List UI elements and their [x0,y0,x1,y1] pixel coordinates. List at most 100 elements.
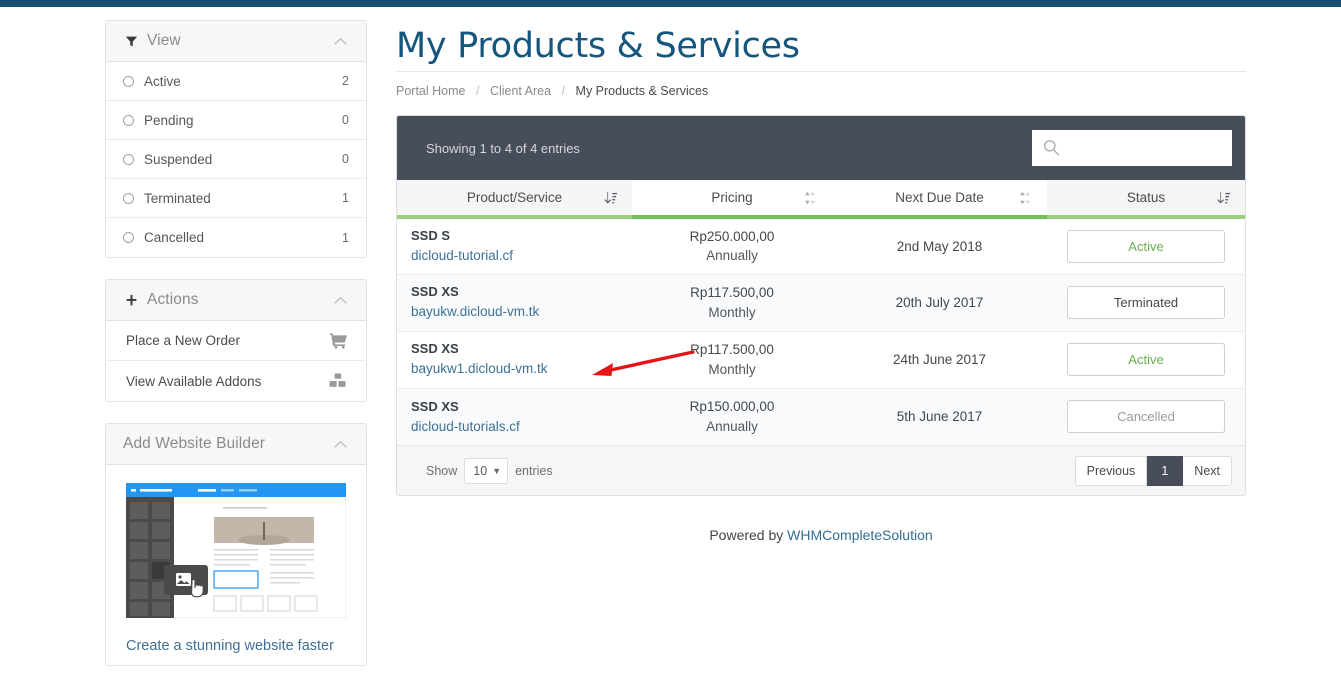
sidebar-item-view-available-addons[interactable]: View Available Addons [106,361,366,401]
website-builder-body: Create a stunning website faster [106,465,366,665]
status-badge[interactable]: Cancelled [1067,400,1225,434]
breadcrumb-separator: / [561,84,566,99]
breadcrumb: Portal Home / Client Area / My Products … [396,71,1246,98]
breadcrumb-item-client-area[interactable]: Client Area [490,84,551,98]
circle-icon [123,75,134,87]
table-row[interactable]: SSD S dicloud-tutorial.cf Rp250.000,00 A… [397,217,1245,275]
actions-panel-title: Actions [147,291,199,308]
product-name: SSD XS [411,341,459,357]
cell-status: Active [1047,331,1245,389]
sidebar-item-label: Suspended [144,151,213,167]
product-domain-link[interactable]: dicloud-tutorials.cf [411,417,618,437]
cell-status: Active [1047,217,1245,275]
whmcs-link[interactable]: WHMCompleteSolution [787,527,933,543]
column-header-product-service[interactable]: Product/Service [397,180,632,220]
cell-next-due-date: 5th June 2017 [832,388,1047,446]
circle-icon [123,192,134,204]
column-header-next-due-date[interactable]: Next Due Date [832,180,1047,220]
entries-label: entries [515,463,553,478]
pagination-previous[interactable]: Previous [1074,455,1148,486]
cell-next-due-date: 24th June 2017 [832,331,1047,389]
column-label: Pricing [711,190,753,206]
pagination-page-1[interactable]: 1 [1147,455,1184,486]
website-builder-panel-header[interactable]: Add Website Builder [106,424,366,465]
sidebar-item-terminated[interactable]: Terminated 1 [106,179,366,218]
price-amount: Rp117.500,00 [690,285,774,301]
cell-product: SSD XS bayukw.dicloud-vm.tk [397,274,632,332]
circle-icon [123,232,134,243]
sidebar-item-active[interactable]: Active 2 [106,62,366,101]
table-row[interactable]: SSD XS dicloud-tutorials.cf Rp150.000,00… [397,388,1245,446]
column-label: Product/Service [466,190,563,206]
status-badge[interactable]: Terminated [1067,286,1225,320]
table-header-row: Product/Service Pricing Next Due Date St… [397,180,1245,220]
cell-pricing: Rp117.500,00 Monthly [632,331,832,389]
sidebar-item-pending[interactable]: Pending 0 [106,101,366,140]
page-title: My Products & Services [396,26,800,66]
product-domain-link[interactable]: dicloud-tutorial.cf [411,246,618,266]
products-table: Product/Service Pricing Next Due Date St… [397,180,1245,446]
products-table-panel: Showing 1 to 4 of 4 entries Product/Serv… [396,115,1246,497]
shopping-cart-icon [327,331,349,351]
view-panel-title: View [147,32,181,49]
page-body: View Active 2 Pending 0 Suspended 0 Term… [0,7,1341,667]
billing-cycle: Monthly [708,304,756,320]
status-badge[interactable]: Active [1067,343,1225,377]
price-amount: Rp117.500,00 [690,342,774,358]
product-name: SSD S [411,228,451,244]
sidebar-item-count: 0 [342,113,349,127]
cell-next-due-date: 2nd May 2018 [832,217,1047,275]
action-label: Place a New Order [126,333,241,348]
sidebar-item-label: Cancelled [144,230,205,245]
table-info-text: Showing 1 to 4 of 4 entries [426,140,580,156]
website-builder-panel: Add Website Builder Create a stunning we… [105,423,367,667]
search-input[interactable] [1032,130,1232,167]
product-domain-link[interactable]: bayukw1.dicloud-vm.tk [411,359,618,379]
sidebar-item-place-new-order[interactable]: Place a New Order [106,321,366,361]
price-amount: Rp150.000,00 [689,399,775,415]
chevron-up-icon[interactable] [331,293,349,307]
table-row[interactable]: SSD XS bayukw1.dicloud-vm.tk Rp117.500,0… [397,331,1245,389]
sort-both-icon [804,190,818,205]
search-box [1032,130,1232,167]
chevron-up-icon[interactable] [331,437,349,451]
pagination-next[interactable]: Next [1183,455,1232,486]
breadcrumb-item-portal-home[interactable]: Portal Home [396,84,465,98]
sidebar-item-cancelled[interactable]: Cancelled 1 [106,218,366,257]
sidebar-item-label: Terminated [144,190,211,206]
column-label: Next Due Date [895,190,984,206]
website-builder-preview-image[interactable] [125,482,354,623]
website-builder-caption[interactable]: Create a stunning website faster [126,637,354,655]
sidebar-item-label: Pending [144,112,194,128]
sort-desc-icon [1217,190,1231,205]
entries-length-control: Show 10 ▼ entries [426,457,1075,484]
sort-desc-icon [604,190,618,205]
sidebar-item-count: 2 [342,74,349,88]
entries-length-select[interactable]: 10 ▼ [464,457,509,484]
actions-panel-header[interactable]: Actions [106,280,366,321]
sidebar-item-suspended[interactable]: Suspended 0 [106,140,366,179]
breadcrumb-separator: / [475,84,480,99]
pagination: Previous 1 Next [1074,455,1232,486]
breadcrumb-item-current: My Products & Services [575,84,709,99]
plus-icon [123,292,140,308]
filter-funnel-icon [123,33,140,49]
product-name: SSD XS [411,398,459,414]
product-name: SSD XS [411,284,459,300]
cell-status: Terminated [1047,274,1245,332]
view-panel-header[interactable]: View [106,21,366,62]
addons-blocks-icon [327,371,349,391]
table-row[interactable]: SSD XS bayukw.dicloud-vm.tk Rp117.500,00… [397,274,1245,332]
view-panel: View Active 2 Pending 0 Suspended 0 Term… [105,20,367,258]
column-header-status[interactable]: Status [1047,180,1245,220]
chevron-up-icon[interactable] [331,34,349,48]
chevron-down-icon: ▼ [492,465,502,476]
table-footer: Show 10 ▼ entries Previous 1 Next [397,445,1245,496]
top-accent-bar [0,0,1341,7]
status-badge[interactable]: Active [1067,229,1225,263]
table-toolbar: Showing 1 to 4 of 4 entries [397,116,1245,181]
column-header-pricing[interactable]: Pricing [632,180,832,220]
column-label: Status [1126,190,1166,206]
sidebar: View Active 2 Pending 0 Suspended 0 Term… [105,20,367,687]
product-domain-link[interactable]: bayukw.dicloud-vm.tk [411,302,618,322]
